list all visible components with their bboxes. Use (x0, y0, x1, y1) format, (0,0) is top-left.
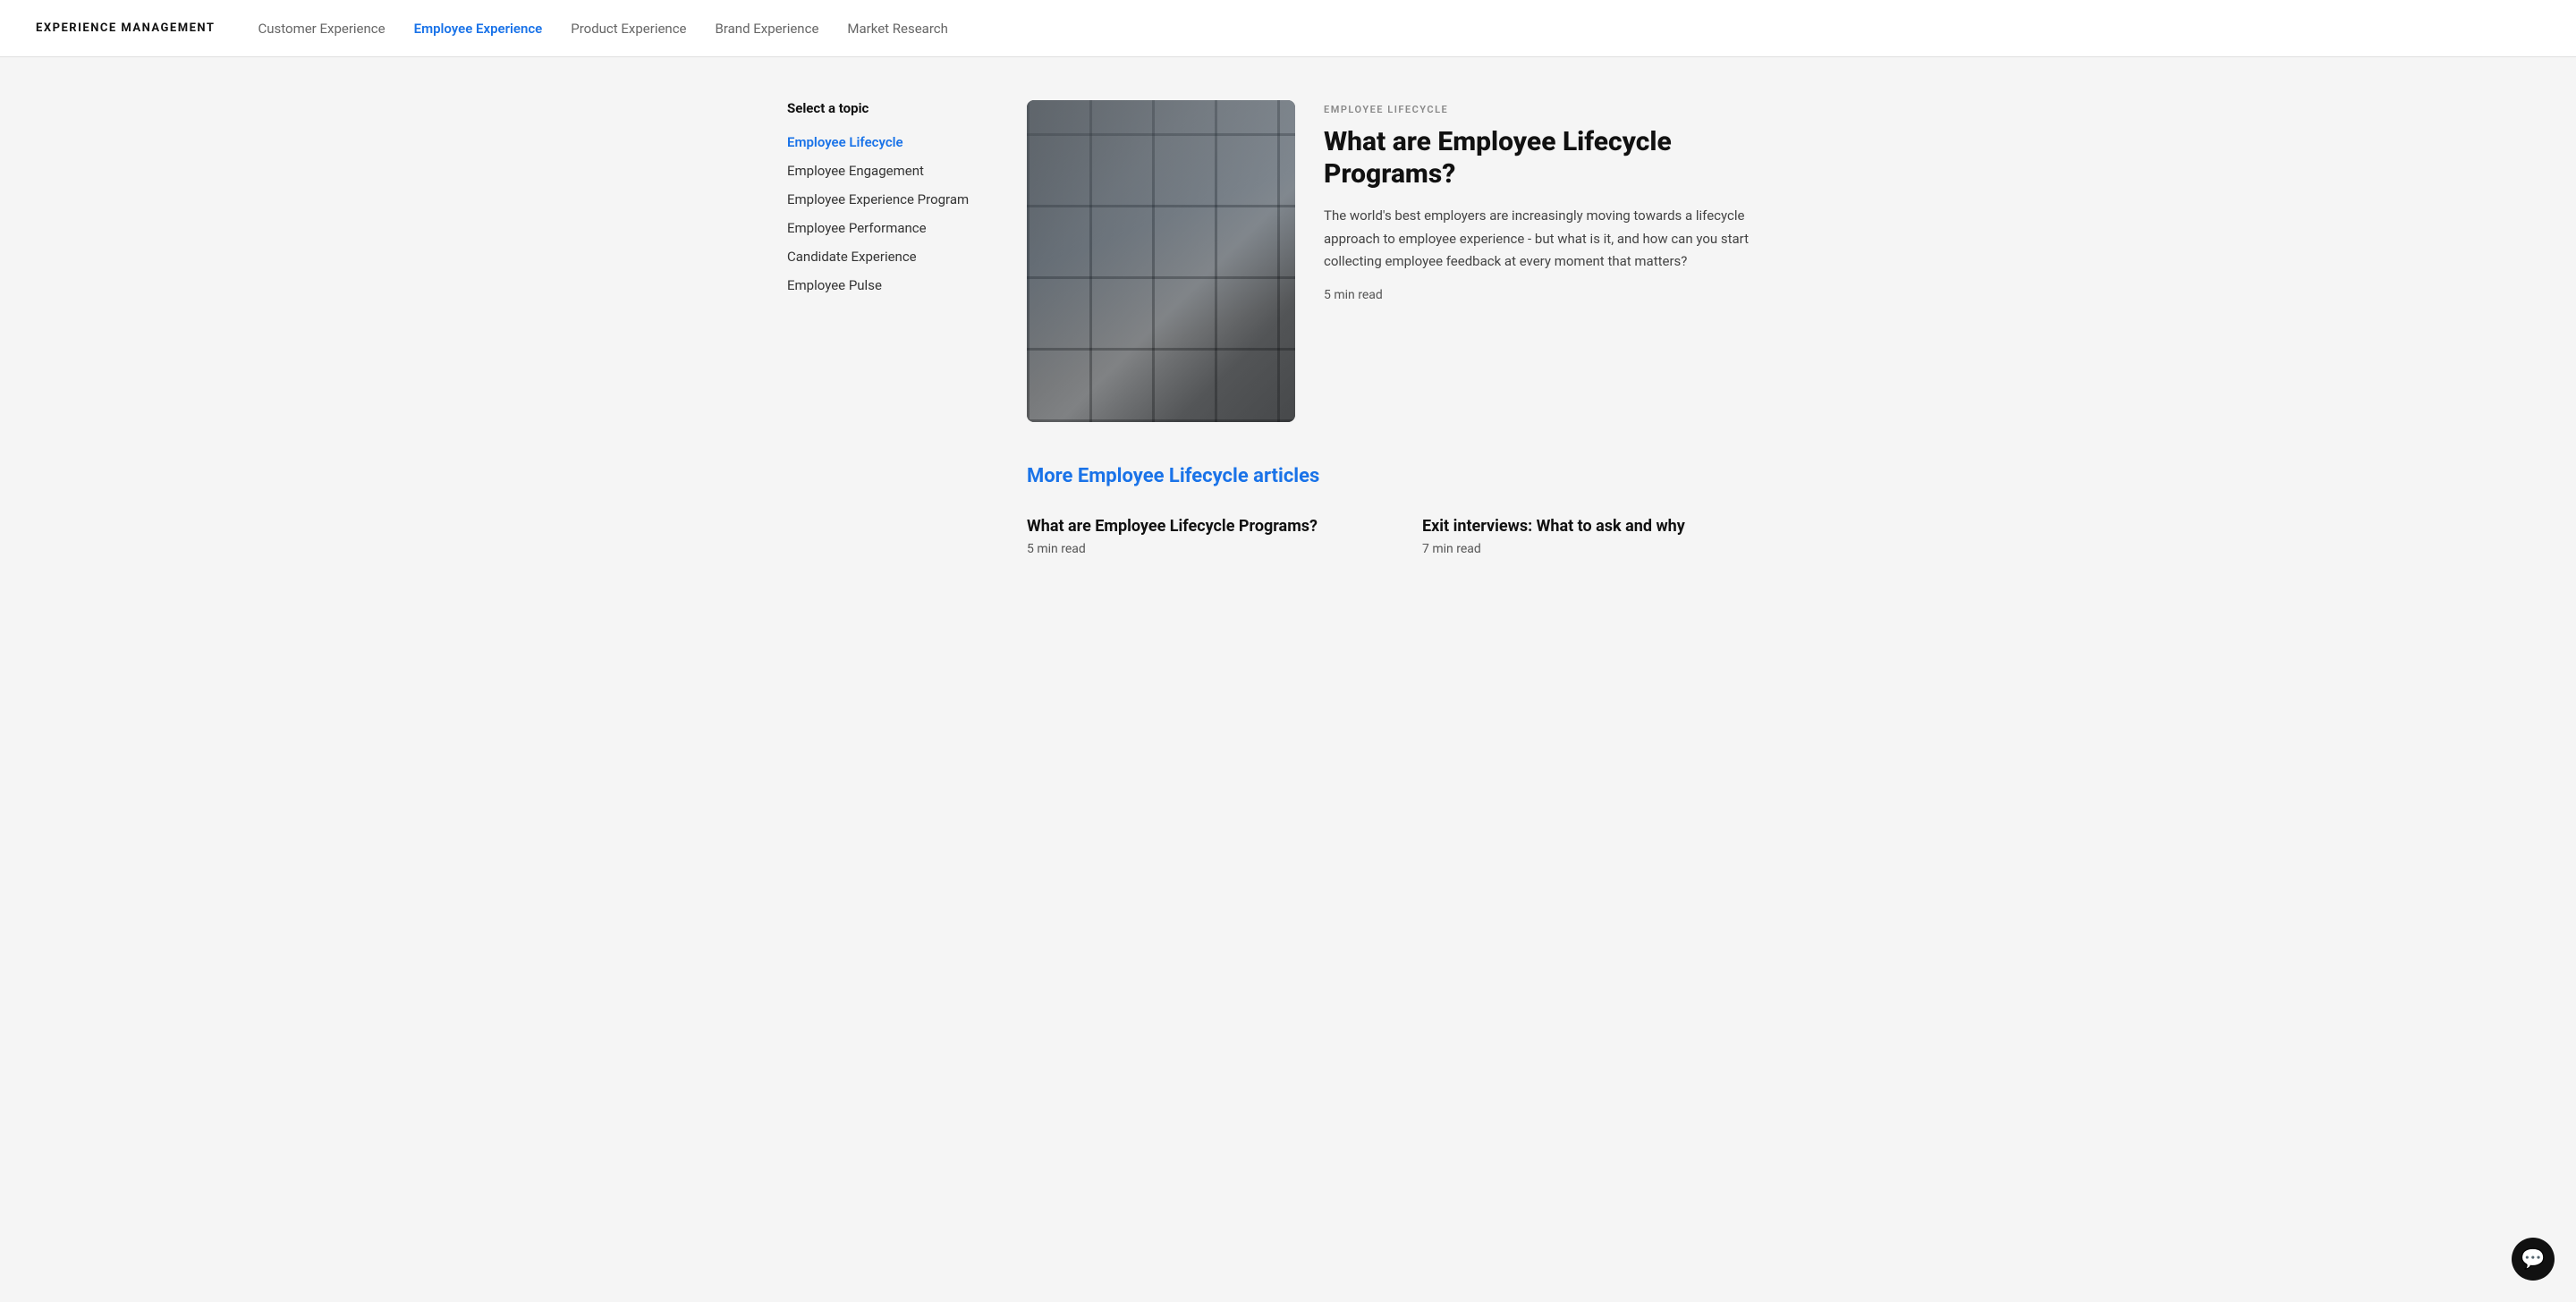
articles-grid: What are Employee Lifecycle Programs? 5 m… (1027, 516, 1789, 556)
sidebar-item-employee-performance[interactable]: Employee Performance (787, 220, 984, 236)
nav-item-employee-experience[interactable]: Employee Experience (414, 21, 543, 37)
nav-item-brand-experience[interactable]: Brand Experience (716, 21, 819, 37)
article-card-title[interactable]: Exit interviews: What to ask and why (1422, 516, 1789, 537)
featured-title: What are Employee Lifecycle Programs? (1324, 126, 1789, 190)
featured-image-inner (1027, 100, 1295, 422)
more-articles-title[interactable]: More Employee Lifecycle articles (1027, 465, 1789, 487)
chat-icon: 💬 (2521, 1248, 2545, 1271)
article-card-read-time: 7 min read (1422, 542, 1789, 556)
site-logo: EXPERIENCE MANAGEMENT (36, 21, 215, 35)
sidebar-item-employee-experience-program[interactable]: Employee Experience Program (787, 191, 984, 207)
featured-description: The world's best employers are increasin… (1324, 205, 1789, 274)
more-articles-section: More Employee Lifecycle articles What ar… (1027, 465, 1789, 556)
article-card: Exit interviews: What to ask and why 7 mi… (1422, 516, 1789, 556)
featured-article-text: EMPLOYEE LIFECYCLE What are Employee Lif… (1324, 100, 1789, 422)
article-card: What are Employee Lifecycle Programs? 5 m… (1027, 516, 1394, 556)
sidebar-title: Select a topic (787, 100, 984, 116)
article-card-title[interactable]: What are Employee Lifecycle Programs? (1027, 516, 1394, 537)
article-card-read-time: 5 min read (1027, 542, 1394, 556)
main-content: EMPLOYEE LIFECYCLE What are Employee Lif… (1027, 100, 1789, 556)
nav-item-market-research[interactable]: Market Research (847, 21, 948, 37)
featured-read-time: 5 min read (1324, 288, 1789, 302)
sidebar-item-employee-pulse[interactable]: Employee Pulse (787, 277, 984, 293)
sidebar-item-employee-lifecycle[interactable]: Employee Lifecycle (787, 134, 984, 150)
site-header: EXPERIENCE MANAGEMENT Customer Experienc… (0, 0, 2576, 57)
sidebar-item-candidate-experience[interactable]: Candidate Experience (787, 249, 984, 265)
main-container: Select a topic Employee LifecycleEmploye… (751, 57, 1825, 599)
featured-category: EMPLOYEE LIFECYCLE (1324, 104, 1789, 115)
main-nav: Customer Experience Employee Experience Pr… (258, 21, 947, 37)
nav-item-customer-experience[interactable]: Customer Experience (258, 21, 385, 37)
sidebar-item-employee-engagement[interactable]: Employee Engagement (787, 163, 984, 179)
sidebar-list: Employee Lifecycle Employee Engagement Emp… (787, 134, 984, 293)
featured-article: EMPLOYEE LIFECYCLE What are Employee Lif… (1027, 100, 1789, 422)
featured-image (1027, 100, 1295, 422)
nav-item-product-experience[interactable]: Product Experience (571, 21, 686, 37)
chat-button[interactable]: 💬 (2512, 1238, 2555, 1281)
sidebar: Select a topic Employee LifecycleEmploye… (787, 100, 984, 556)
